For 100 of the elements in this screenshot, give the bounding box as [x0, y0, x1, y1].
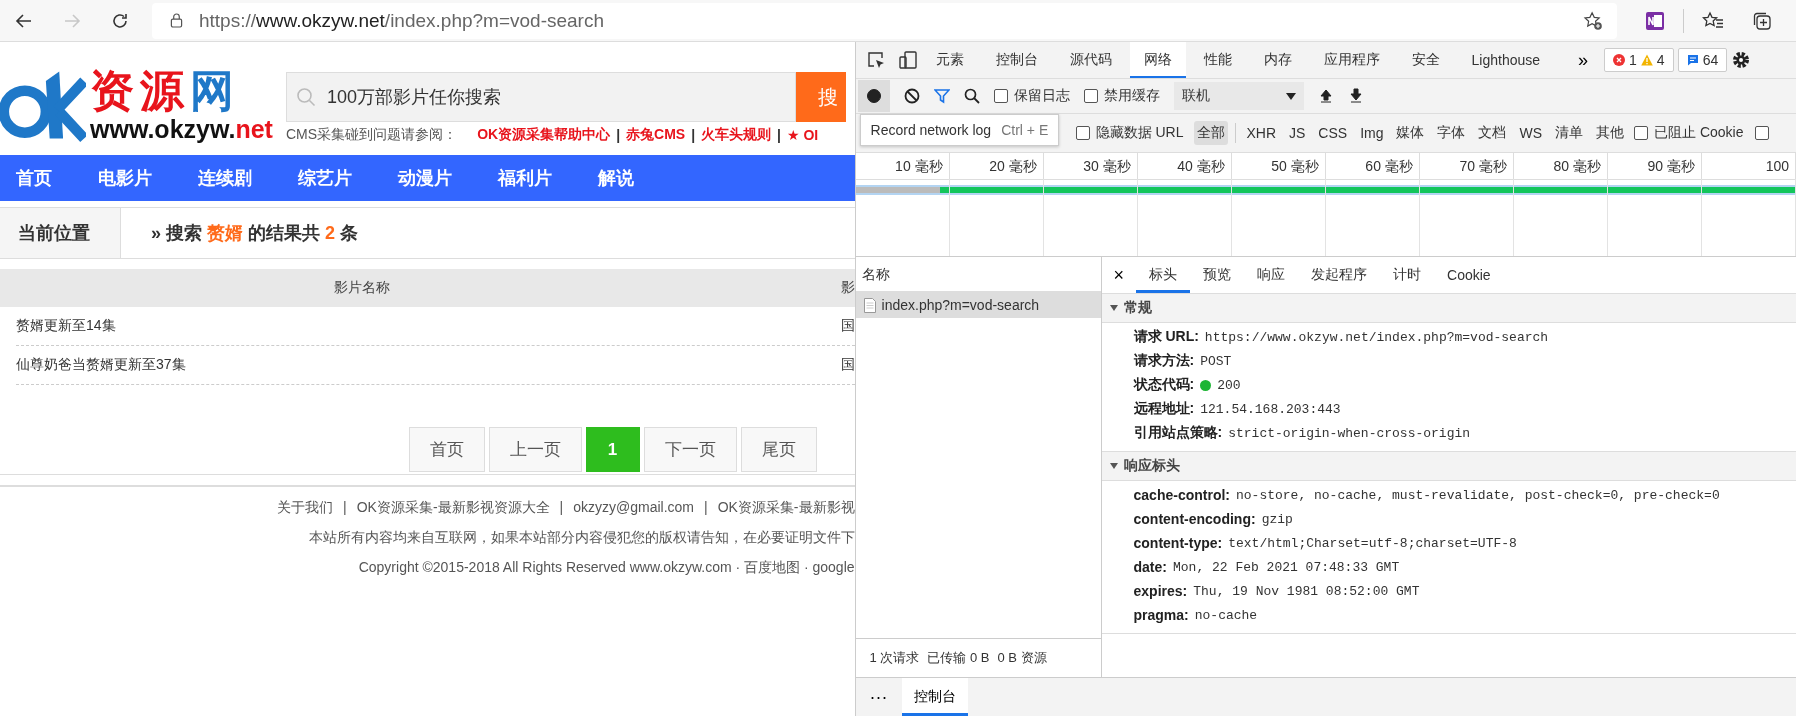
nav-link[interactable]: 动漫片 [398, 166, 452, 190]
footer-link[interactable]: OK资源采集-最新影视 [717, 499, 855, 517]
type-filter[interactable]: 文档 [1475, 121, 1510, 145]
inspect-element-icon[interactable] [865, 50, 886, 70]
drawer-tab[interactable]: 控制台 [901, 678, 968, 716]
type-filter[interactable]: 字体 [1434, 121, 1469, 145]
warning-count: 4 [1656, 52, 1665, 68]
table-cell[interactable]: 仙尊奶爸当赘婿更新至37集 [16, 356, 186, 374]
type-filter[interactable]: XHR [1243, 122, 1279, 144]
upload-icon[interactable] [1317, 88, 1334, 104]
devtools-tab[interactable]: 元素 [921, 42, 978, 78]
drawer-menu-button[interactable]: ··· [855, 686, 902, 708]
address-bar[interactable]: https://www.okzyw.net/index.php?m=vod-search [152, 2, 1617, 39]
devtools-tab[interactable]: 源代码 [1055, 42, 1126, 78]
devtools-tab[interactable]: 内存 [1249, 42, 1306, 78]
checkbox[interactable]: 禁用缓存 [1083, 87, 1160, 105]
time-tick: 100 [1701, 153, 1796, 179]
checkbox[interactable]: 保留日志 [993, 87, 1070, 105]
devtools-tab[interactable]: 应用程序 [1309, 42, 1394, 78]
breadcrumb-label: 当前位置 [0, 208, 121, 258]
nav-link[interactable]: 电影片 [98, 166, 152, 190]
search-field[interactable]: 100万部影片任你搜索 [286, 72, 796, 122]
type-filter[interactable]: CSS [1315, 122, 1351, 144]
type-filter[interactable]: 其他 [1593, 121, 1628, 145]
devtools-tab[interactable]: 性能 [1189, 42, 1246, 78]
collections-icon[interactable] [1752, 10, 1772, 31]
record-button[interactable] [857, 80, 890, 112]
type-filter[interactable]: 媒体 [1393, 121, 1428, 145]
checkbox[interactable] [1754, 126, 1769, 140]
devtools-tab[interactable]: Lighthouse [1457, 42, 1555, 78]
nav-link[interactable]: 连续剧 [198, 166, 252, 190]
close-button[interactable]: × [1101, 264, 1137, 286]
type-filter[interactable]: Img [1357, 122, 1387, 144]
search-result-summary: » 搜索 赘婿 的结果共 2 条 [151, 222, 359, 245]
logo-title: 资源网 [90, 67, 241, 115]
search-icon [296, 87, 316, 107]
more-tabs-button[interactable]: » [1558, 49, 1601, 71]
help-link[interactable]: OK资源采集帮助中心 [477, 126, 611, 144]
settings-icon[interactable] [1731, 50, 1752, 70]
time-tick: 20 毫秒 [949, 153, 1044, 179]
add-favorite-icon[interactable] [1583, 10, 1603, 31]
separator-text: | [343, 499, 347, 517]
device-toolbar-icon[interactable] [897, 50, 918, 70]
logo-domain: www.okzyw.net [90, 115, 273, 143]
site-logo[interactable]: 资源网 www.okzyw.net [0, 62, 278, 148]
separator-text: | [616, 127, 621, 143]
footer-link[interactable]: 关于我们 [277, 499, 334, 517]
footer-link[interactable]: OK资源采集-最新影视资源大全 [356, 499, 550, 517]
nav-link[interactable]: 解说 [598, 166, 634, 190]
page-button[interactable]: 下一页 [643, 427, 737, 472]
section-header[interactable]: 响应标头 [1101, 452, 1796, 481]
time-tick: 50 毫秒 [1231, 153, 1326, 179]
detail-tab[interactable]: 计时 [1380, 257, 1435, 293]
download-icon[interactable] [1347, 88, 1364, 104]
filter-icon[interactable] [933, 88, 950, 104]
type-filter[interactable]: 全部 [1194, 121, 1229, 145]
search-icon[interactable] [963, 88, 980, 104]
notebook-app-icon[interactable] [1645, 10, 1665, 31]
help-link[interactable]: 火车头规则 [701, 126, 772, 144]
help-link[interactable]: ★ OI [787, 127, 819, 143]
header-name: pragma: [1133, 607, 1189, 623]
page-button[interactable]: 首页 [408, 427, 485, 472]
header-value: gzip [1261, 511, 1293, 527]
page-button[interactable]: 上一页 [488, 427, 582, 472]
header-value: https://www.okzyw.net/index.php?m=vod-search [1204, 329, 1549, 345]
devtools-tab[interactable]: 安全 [1397, 42, 1454, 78]
nav-link[interactable]: 综艺片 [298, 166, 352, 190]
type-filter[interactable]: WS [1516, 122, 1546, 144]
detail-tab[interactable]: Cookie [1434, 257, 1504, 293]
throttling-dropdown[interactable]: 联机 [1173, 82, 1304, 110]
column-header: 影 [840, 279, 855, 297]
section-header[interactable]: 常规 [1101, 294, 1796, 323]
message-counter[interactable]: 64 [1677, 48, 1728, 72]
document-icon [863, 297, 876, 313]
header-value: 200 [1217, 377, 1241, 393]
type-filter[interactable]: 清单 [1552, 121, 1587, 145]
footer-link[interactable]: okzyzy@gmail.com [573, 499, 694, 517]
header-value: text/html;Charset=utf-8;charset=UTF-8 [1228, 535, 1517, 551]
page-button[interactable]: 尾页 [740, 427, 817, 472]
type-filter[interactable]: JS [1286, 122, 1309, 144]
detail-tab[interactable]: 响应 [1244, 257, 1299, 293]
table-cell[interactable]: 赘婿更新至14集 [16, 317, 116, 335]
nav-link[interactable]: 首页 [16, 166, 52, 190]
clear-icon[interactable] [903, 88, 920, 104]
devtools-tab[interactable]: 控制台 [981, 42, 1052, 78]
issue-counter[interactable]: 1 4 [1604, 48, 1674, 72]
column-header: 影片名称 [334, 279, 390, 297]
message-count: 64 [1702, 52, 1719, 68]
favorites-icon[interactable] [1702, 10, 1724, 31]
header-name: 远程地址: [1133, 400, 1195, 418]
detail-tab[interactable]: 发起程序 [1298, 257, 1381, 293]
devtools-tab[interactable]: 网络 [1129, 42, 1186, 78]
header-name: expires: [1133, 583, 1188, 599]
detail-tab[interactable]: 预览 [1190, 257, 1245, 293]
checkbox[interactable]: 隐藏数据 URL [1075, 124, 1184, 142]
checkbox[interactable]: 已阻止 Cookie [1634, 124, 1744, 142]
request-row[interactable]: index.php?m=vod-search [855, 292, 1101, 318]
nav-link[interactable]: 福利片 [498, 166, 552, 190]
help-link[interactable]: 赤兔CMS [626, 126, 686, 144]
warning-icon [1640, 54, 1653, 66]
